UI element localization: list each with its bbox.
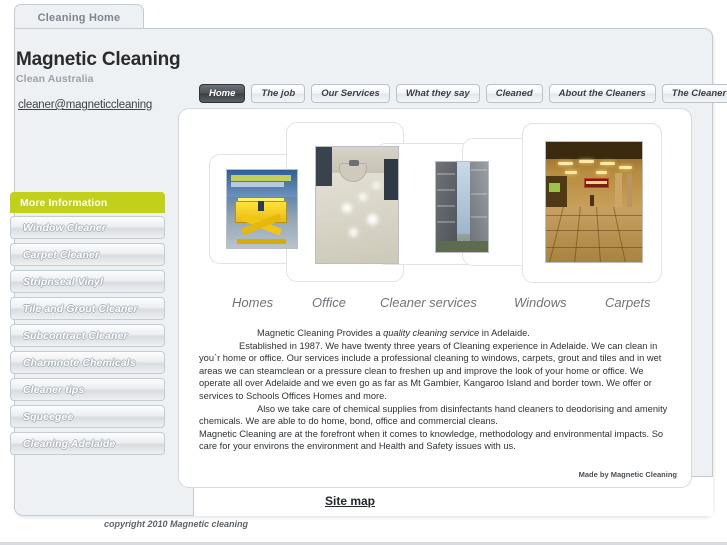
photo-gallery — [197, 121, 675, 291]
nav-item-cleaned[interactable]: Cleaned — [485, 84, 543, 103]
sidebar-heading-label: More Information — [20, 196, 108, 209]
sidebar-menu: Window Cleaner Carpet Cleaner Stripnseal… — [10, 216, 165, 455]
copyright-text: copyright 2010 Magnetic cleaning — [104, 519, 249, 529]
main-nav: Home The job Our Services What they say … — [199, 84, 727, 103]
nav-label: Home — [209, 88, 236, 99]
caption-carpets: Carpets — [605, 295, 651, 310]
nav-item-the-cleaner[interactable]: The Cleaner — [661, 84, 727, 103]
lead-before: Magnetic Cleaning Provides a — [257, 328, 384, 338]
sidebar-item-squeegee[interactable]: Squeegee — [10, 405, 165, 428]
sidebar-item-label: Carpet Cleaner — [23, 248, 100, 261]
caption-homes: Homes — [232, 295, 274, 310]
sidebar-item-label: Tile and Grout Cleaner — [23, 302, 138, 315]
yellow-scissor-lift-photo[interactable] — [226, 169, 298, 249]
nav-label: Our Services — [321, 88, 380, 99]
sidebar-item-tile-and-grout-cleaner[interactable]: Tile and Grout Cleaner — [10, 297, 165, 320]
nav-item-what-they-say[interactable]: What they say — [395, 84, 480, 103]
page-root: Cleaning Home Magnetic Cleaning Clean Au… — [0, 0, 727, 545]
nav-item-home[interactable]: Home — [199, 84, 246, 103]
warm-lit-mall-interior-photo[interactable] — [545, 141, 643, 263]
sidebar-item-label: Window Cleaner — [23, 221, 106, 234]
caption-office: Office — [312, 295, 346, 310]
sidebar-item-label: Cleaner tips — [23, 383, 85, 396]
nav-label: What they say — [405, 88, 470, 99]
nav-item-the-job[interactable]: The job — [251, 84, 306, 103]
lead-after: in Adelaide. — [479, 328, 530, 338]
nav-label: Cleaned — [495, 88, 533, 99]
sidebar-item-window-cleaner[interactable]: Window Cleaner — [10, 216, 165, 239]
nav-label: About the Cleaners — [558, 88, 646, 99]
gallery-captions: Homes Office Cleaner services Windows Ca… — [197, 295, 675, 317]
polished-glossy-floor-photo[interactable] — [315, 146, 399, 264]
brand-block: Magnetic Cleaning Clean Australia — [16, 49, 236, 85]
sitemap-link[interactable]: Site map — [325, 494, 375, 508]
paragraph-2: Also we take care of chemical supplies f… — [199, 403, 668, 427]
lead-paragraph: Magnetic Cleaning Provides a quality cle… — [199, 327, 677, 340]
sidebar-item-label: Cleaning Adelaide — [23, 437, 116, 450]
paragraph-3: Magnetic Cleaning are at the forefront w… — [199, 428, 664, 452]
caption-cleaner-services: Cleaner services — [380, 295, 477, 310]
nav-label: The job — [261, 88, 296, 99]
browser-tab-cleaning-home[interactable]: Cleaning Home — [14, 4, 144, 30]
content-panel: Homes Office Cleaner services Windows Ca… — [178, 108, 692, 488]
page-title: Magnetic Cleaning — [16, 49, 181, 70]
nav-label: The Cleaner — [671, 88, 727, 99]
sidebar-heading: More Information — [10, 192, 165, 213]
email-link[interactable]: cleaner@magneticcleaning — [18, 99, 152, 111]
sidebar-item-carpet-cleaner[interactable]: Carpet Cleaner — [10, 243, 165, 266]
made-by-credit: Made by Magnetic Cleaning — [578, 470, 677, 479]
body-copy: Magnetic Cleaning Provides a quality cle… — [199, 327, 677, 453]
high-rise-buildings-photo[interactable] — [435, 161, 489, 253]
browser-tab-label: Cleaning Home — [37, 11, 121, 24]
sidebar-item-label: Squeegee — [23, 410, 74, 423]
paragraph-1: Established in 1987. We have twenty thre… — [199, 340, 662, 401]
lead-emphasis: quality cleaning service — [383, 328, 480, 338]
sidebar-item-cleaner-tips[interactable]: Cleaner tips — [10, 378, 165, 401]
sidebar-item-subcontract-cleaner[interactable]: Subcontract Cleaner — [10, 324, 165, 347]
sidebar-item-label: Subcontract Cleaner — [23, 329, 128, 342]
caption-windows: Windows — [514, 295, 567, 310]
nav-item-about-the-cleaners[interactable]: About the Cleaners — [548, 84, 656, 103]
sidebar-item-label: Charmnote Chemicals — [23, 356, 136, 369]
sidebar-item-cleaning-adelaide[interactable]: Cleaning Adelaide — [10, 432, 165, 455]
sidebar-item-stripnseal-vinyl[interactable]: Stripnseal Vinyl — [10, 270, 165, 293]
nav-item-our-services[interactable]: Our Services — [311, 84, 390, 103]
sidebar-item-label: Stripnseal Vinyl — [23, 275, 103, 288]
sidebar-item-charmnote-chemicals[interactable]: Charmnote Chemicals — [10, 351, 165, 374]
